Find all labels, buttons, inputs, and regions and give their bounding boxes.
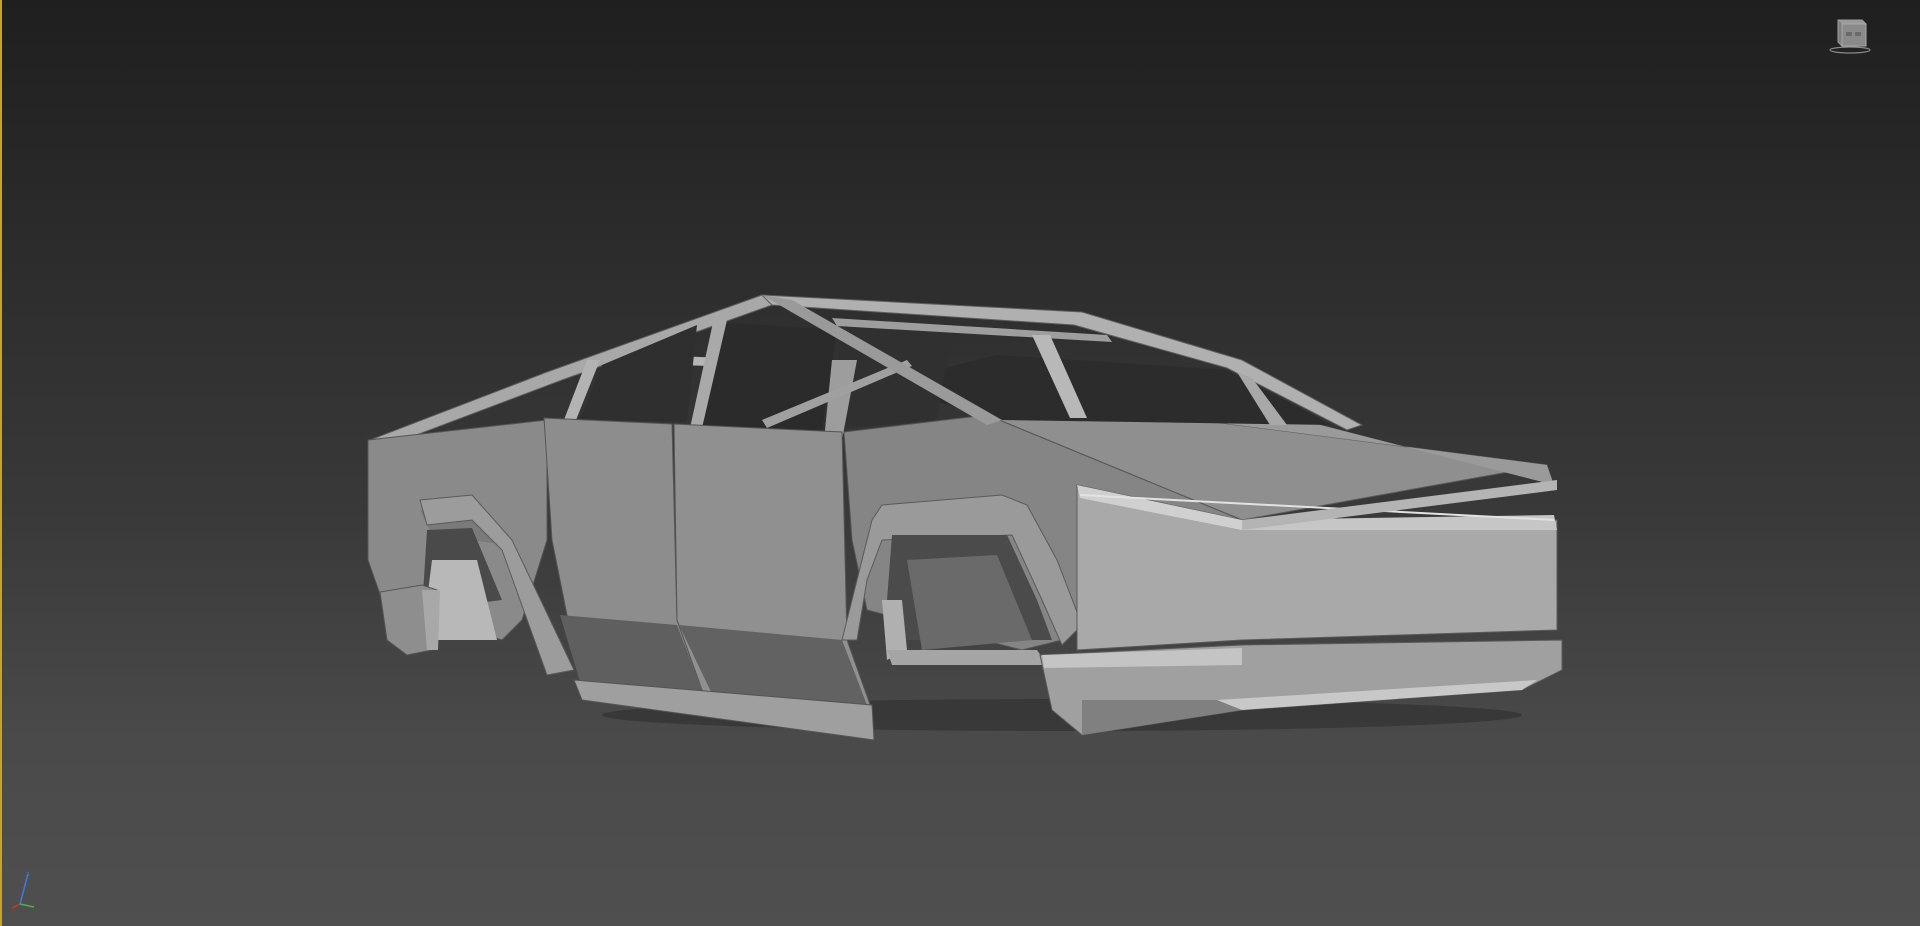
viewcube-icon[interactable] — [1828, 14, 1872, 56]
cybertruck-body-model[interactable] — [2, 0, 1920, 926]
perspective-viewport[interactable]: z — [0, 0, 1920, 926]
axis-tripod-icon: z — [11, 871, 35, 909]
svg-text:z: z — [26, 871, 29, 878]
